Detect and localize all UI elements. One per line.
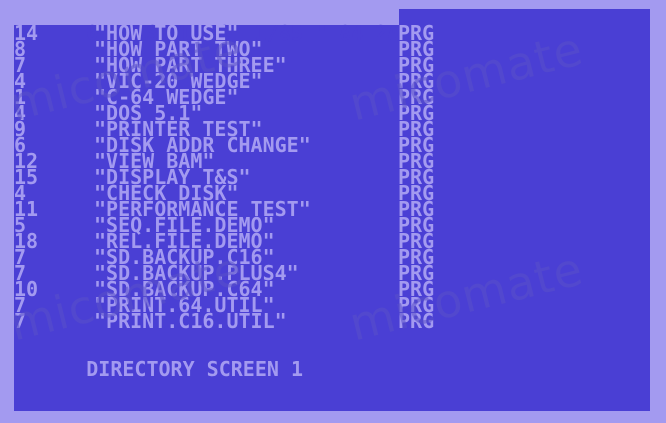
entry-filetype: PRG bbox=[398, 309, 435, 333]
c64-screen: 0 "TEST/DEMO 1/85 " 84 2A 14 "HOW TO USE"… bbox=[14, 9, 650, 411]
disk-id: 84 2A bbox=[339, 21, 400, 45]
c64-border: 0 "TEST/DEMO 1/85 " 84 2A 14 "HOW TO USE"… bbox=[0, 0, 666, 423]
directory-caption: DIRECTORY SCREEN 1 bbox=[14, 345, 303, 379]
entry-filename: "PRINT.C16.UTIL" bbox=[94, 309, 287, 333]
watermark-logo: micomate bbox=[344, 241, 589, 352]
caption-text: DIRECTORY SCREEN 1 bbox=[86, 357, 303, 381]
entry-blocks: 7 bbox=[14, 309, 27, 333]
